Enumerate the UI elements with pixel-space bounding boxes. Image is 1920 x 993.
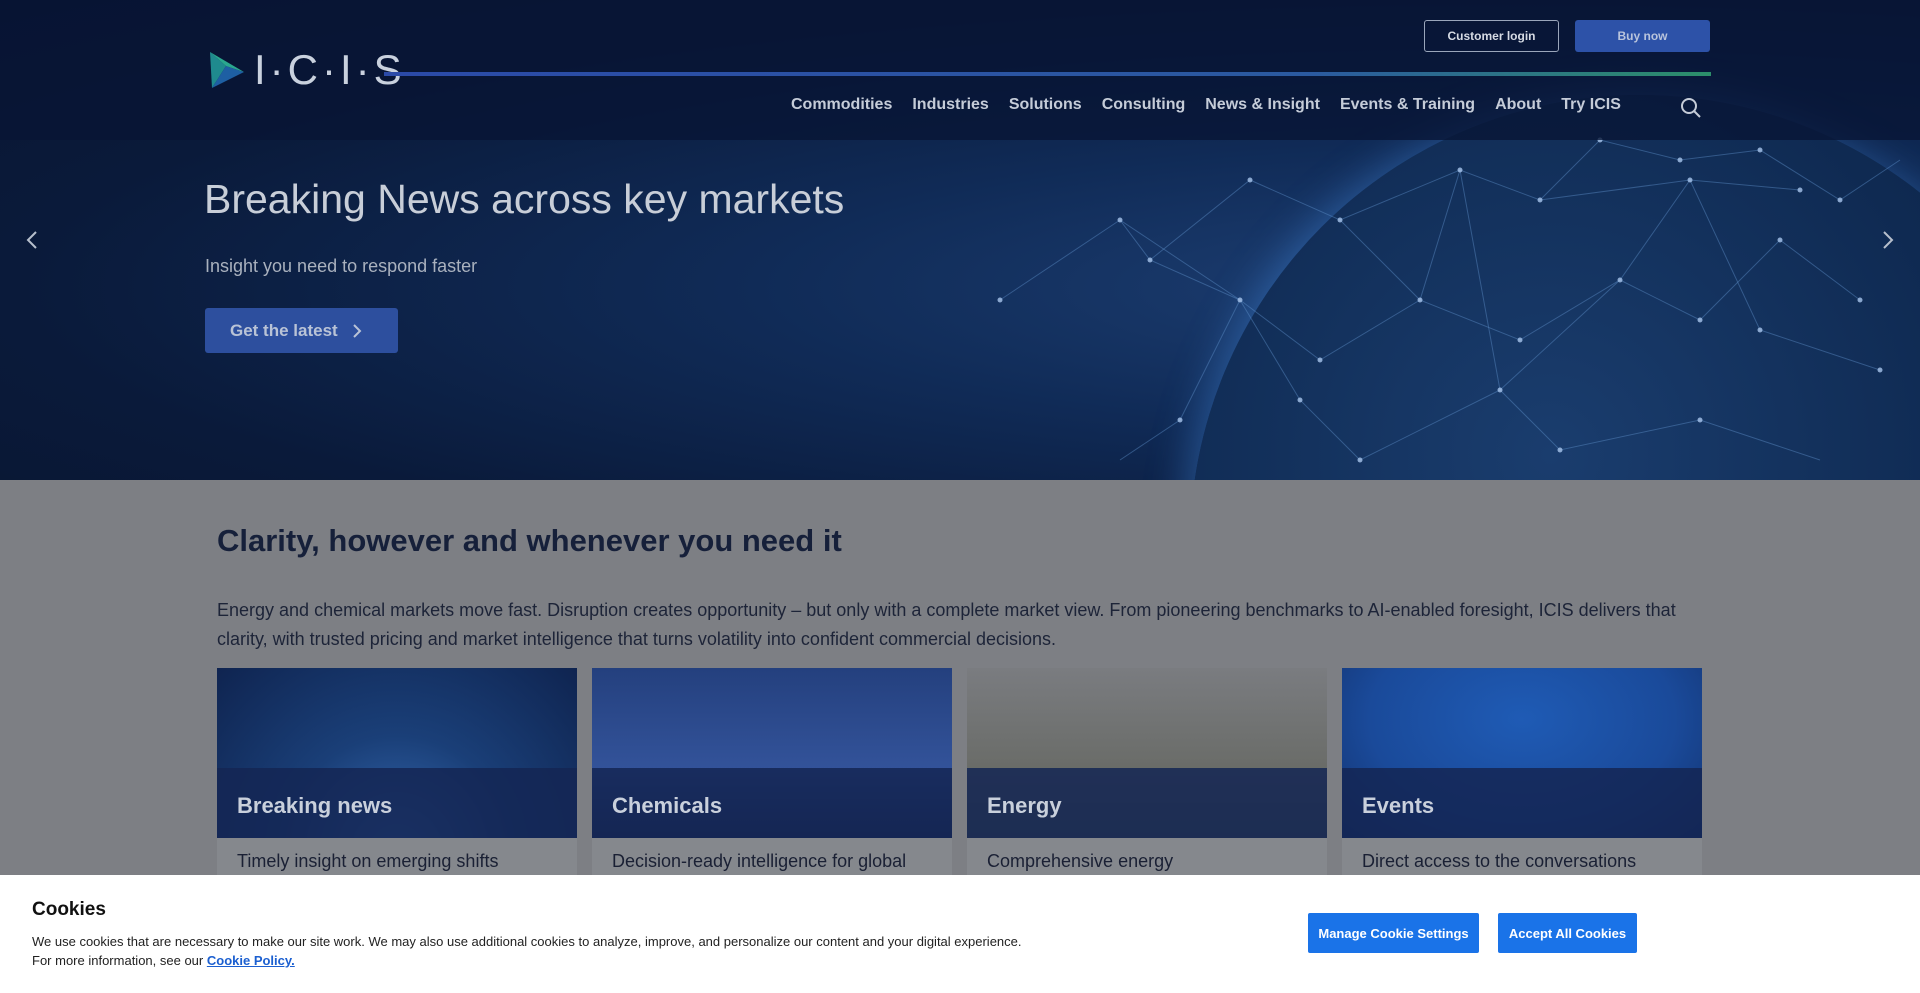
card-title: Chemicals (592, 768, 952, 838)
hero-subtitle: Insight you need to respond faster (205, 256, 478, 276)
card-title: Energy (967, 768, 1327, 838)
hero-title: Breaking News across key markets (204, 176, 845, 222)
nav-item-industries[interactable]: Industries (912, 96, 988, 114)
cta-label: Get the latest (230, 320, 338, 340)
hero-banner: I·C·I·S Customer login Buy now Commoditi… (0, 0, 1920, 480)
search-icon[interactable] (1679, 96, 1703, 120)
cookie-title: Cookies (32, 899, 106, 920)
nav-item-news-insight[interactable]: News & Insight (1205, 96, 1320, 114)
chevron-left-icon[interactable] (22, 228, 42, 252)
nav-item-consulting[interactable]: Consulting (1102, 96, 1186, 114)
card-description: Comprehensive energy (987, 851, 1174, 871)
chevron-right-icon[interactable] (1878, 228, 1898, 252)
icis-logo-icon (210, 52, 244, 88)
cookie-text: We use cookies that are necessary to mak… (32, 932, 1032, 970)
customer-login-button[interactable]: Customer login (1424, 20, 1559, 52)
card-title: Events (1342, 768, 1702, 838)
card-breaking-news[interactable]: Breaking news Timely insight on emerging… (217, 668, 577, 898)
cookie-banner: Cookies We use cookies that are necessar… (0, 875, 1920, 993)
logo-text: I·C·I·S (254, 46, 406, 93)
nav-item-try-icis[interactable]: Try ICIS (1561, 96, 1621, 114)
card-description: Decision-ready intelligence for global (612, 851, 907, 871)
buy-now-button[interactable]: Buy now (1575, 20, 1710, 52)
get-the-latest-button[interactable]: Get the latest (205, 308, 398, 353)
chevron-right-icon (352, 323, 362, 338)
cookie-text-body: We use cookies that are necessary to mak… (32, 934, 1022, 968)
icis-logo[interactable]: I·C·I·S (206, 46, 406, 94)
card-events[interactable]: Events Direct access to the conversation… (1342, 668, 1702, 898)
card-description: Timely insight on emerging shifts (237, 851, 499, 871)
main-nav: Commodities Industries Solutions Consult… (791, 96, 1641, 114)
card-chemicals[interactable]: Chemicals Decision-ready intelligence fo… (592, 668, 952, 898)
header-divider (384, 72, 1711, 76)
manage-cookie-settings-button[interactable]: Manage Cookie Settings (1308, 913, 1479, 953)
nav-item-solutions[interactable]: Solutions (1009, 96, 1082, 114)
cookie-policy-link[interactable]: Cookie Policy. (207, 953, 295, 968)
nav-item-about[interactable]: About (1495, 96, 1541, 114)
section-body: Energy and chemical markets move fast. D… (217, 600, 1676, 649)
card-energy[interactable]: Energy Comprehensive energy (967, 668, 1327, 898)
nav-item-events-training[interactable]: Events & Training (1340, 96, 1475, 114)
card-description: Direct access to the conversations (1362, 851, 1637, 871)
section-title: Clarity, however and whenever you need i… (217, 523, 842, 558)
accept-all-cookies-button[interactable]: Accept All Cookies (1498, 913, 1637, 953)
nav-item-commodities[interactable]: Commodities (791, 96, 892, 114)
topic-cards: Breaking news Timely insight on emerging… (217, 668, 1702, 898)
card-title: Breaking news (217, 768, 577, 838)
